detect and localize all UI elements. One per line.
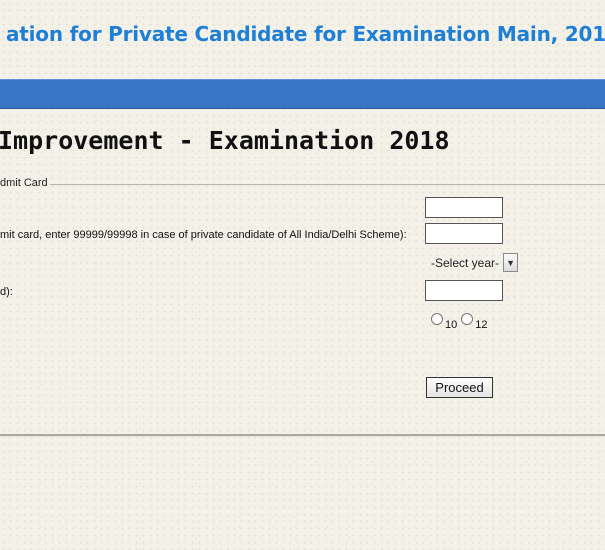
exam-heading: Improvement - Examination 2018 — [0, 126, 450, 155]
fieldset-border-top — [50, 184, 605, 185]
class-10-label: 10 — [445, 319, 458, 331]
field-3-label: d): — [0, 286, 13, 298]
year-select[interactable]: -Select year- ▼ — [428, 252, 519, 273]
class-12-radio[interactable] — [461, 313, 474, 325]
chevron-down-icon[interactable]: ▼ — [503, 253, 519, 272]
class-radio-group: 10 12 — [431, 313, 492, 331]
admit-card-number-label: mit card, enter 99999/99998 in case of p… — [0, 229, 407, 241]
class-10-radio[interactable] — [431, 313, 443, 325]
proceed-button[interactable]: Proceed — [426, 377, 493, 398]
nav-bar — [0, 79, 605, 109]
class-12-label: 12 — [475, 319, 488, 331]
year-select-value: -Select year- — [431, 255, 500, 270]
page-title: ation for Private Candidate for Examinat… — [6, 22, 605, 46]
field-3-input[interactable] — [425, 280, 503, 301]
field-1-input[interactable] — [425, 197, 503, 218]
divider — [0, 434, 605, 437]
fieldset-legend: dmit Card — [0, 177, 48, 189]
admit-card-number-input[interactable] — [425, 223, 503, 244]
